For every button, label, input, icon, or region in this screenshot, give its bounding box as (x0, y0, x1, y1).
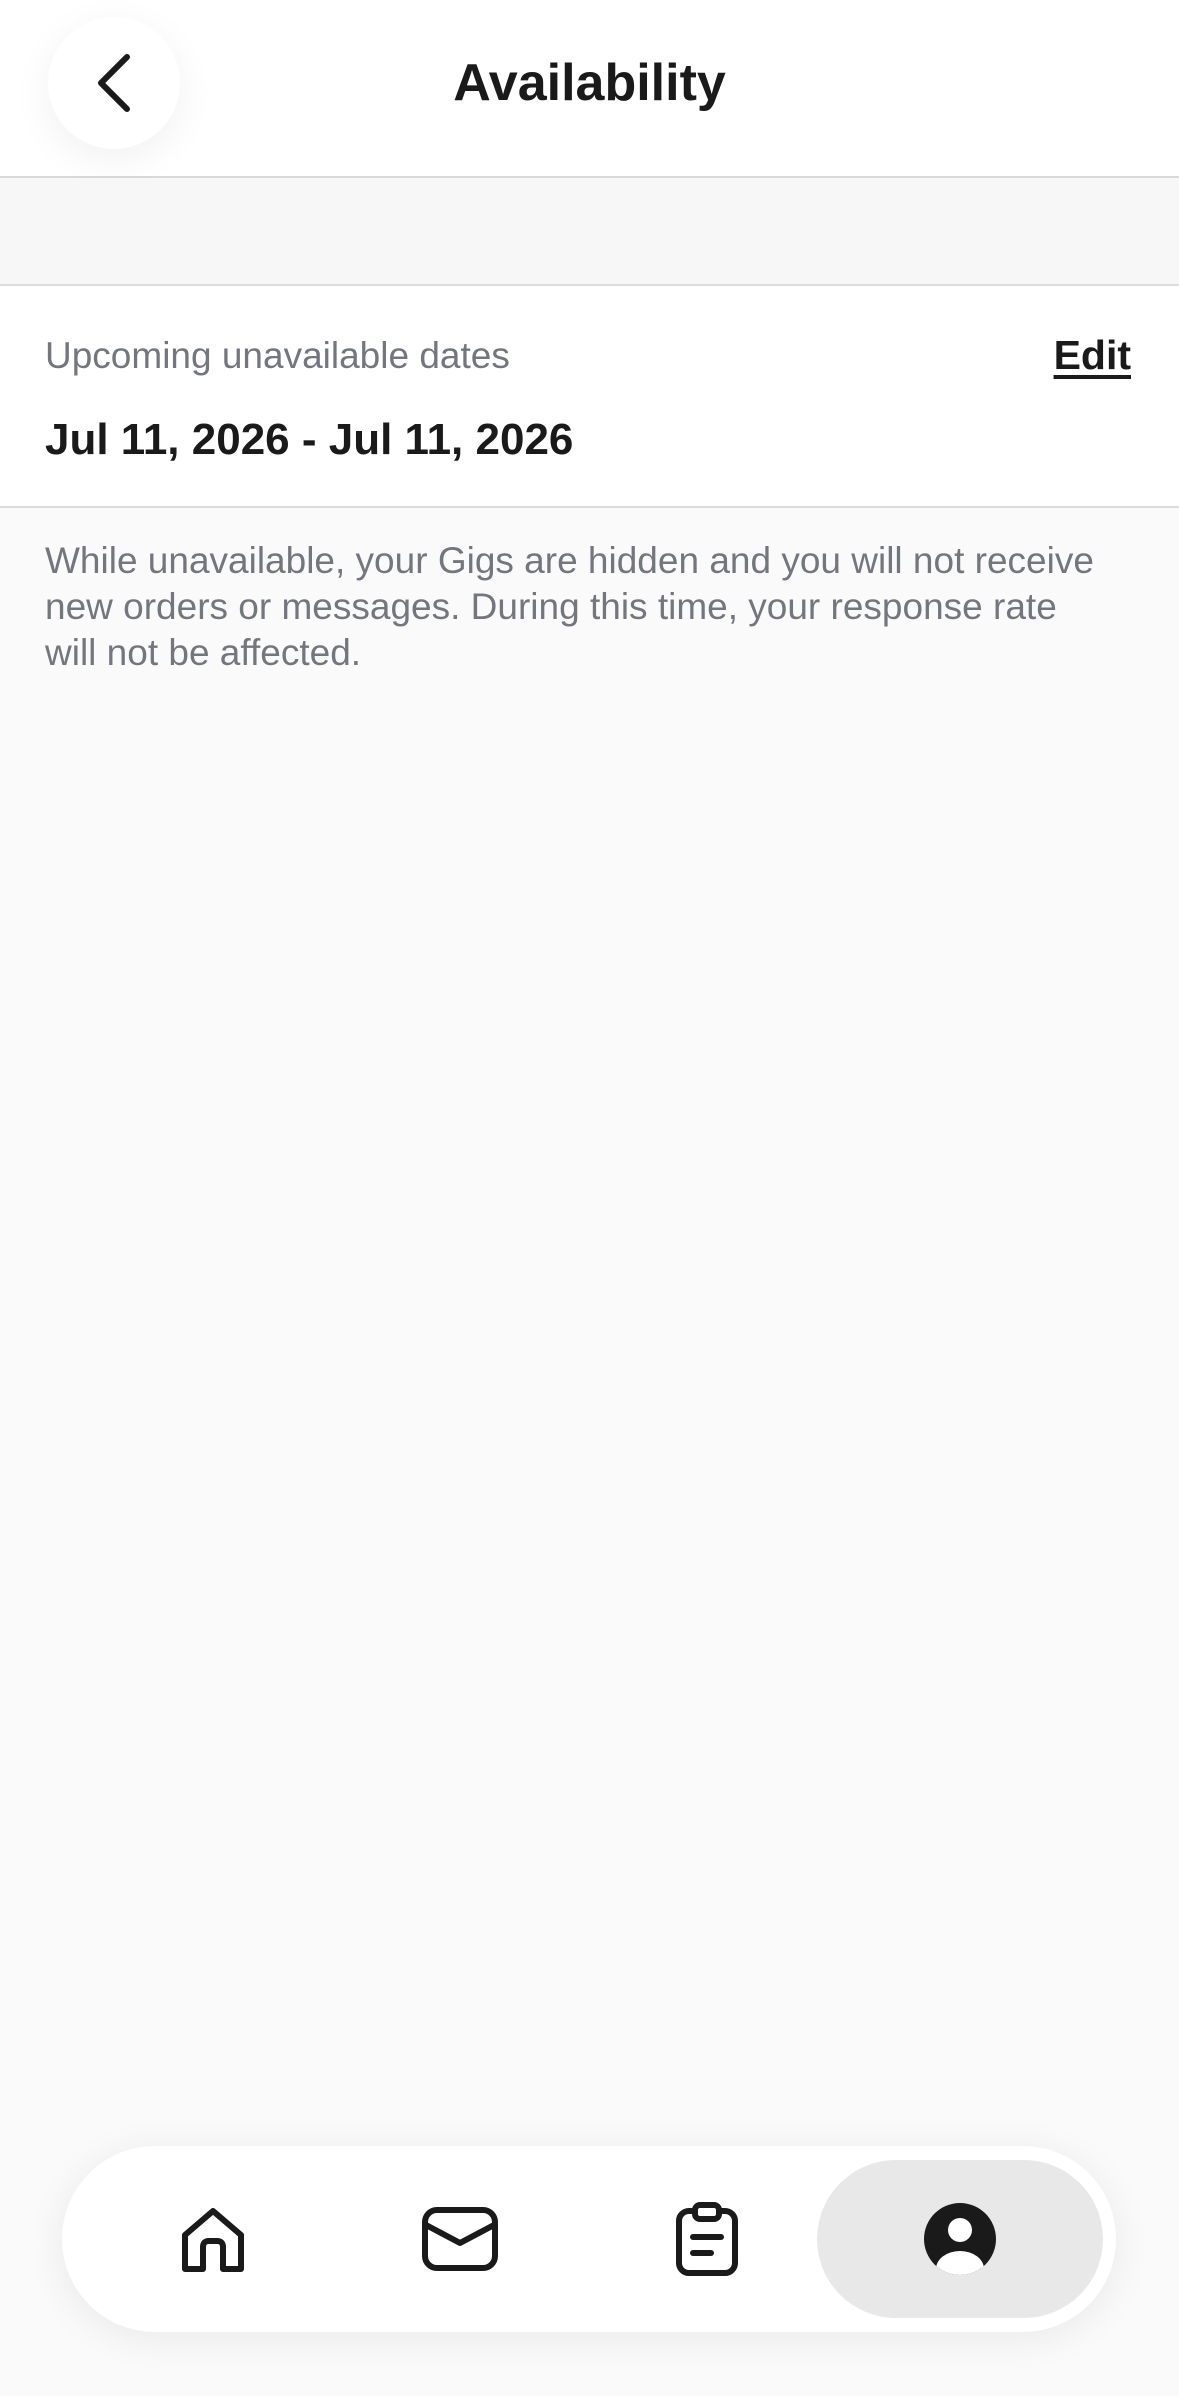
envelope-icon (421, 2207, 498, 2271)
top-app-bar: Availability (0, 0, 1179, 178)
clipboard-icon (675, 2202, 738, 2276)
nav-home[interactable] (89, 2160, 336, 2318)
nav-orders[interactable] (583, 2160, 830, 2318)
edit-button[interactable]: Edit (1054, 330, 1131, 380)
home-icon (181, 2208, 244, 2272)
nav-inbox[interactable] (336, 2160, 583, 2318)
profile-icon (924, 2203, 996, 2275)
section-spacer (0, 178, 1179, 284)
bottom-navigation (62, 2146, 1116, 2332)
unavailable-dates-card: Upcoming unavailable dates Edit Jul 11, … (0, 284, 1179, 508)
unavailable-date-range: Jul 11, 2026 - Jul 11, 2026 (45, 415, 574, 464)
nav-profile[interactable] (817, 2160, 1103, 2318)
unavailable-dates-label: Upcoming unavailable dates (45, 335, 510, 376)
availability-info-text: While unavailable, your Gigs are hidden … (45, 540, 1094, 673)
page-title: Availability (453, 54, 726, 112)
